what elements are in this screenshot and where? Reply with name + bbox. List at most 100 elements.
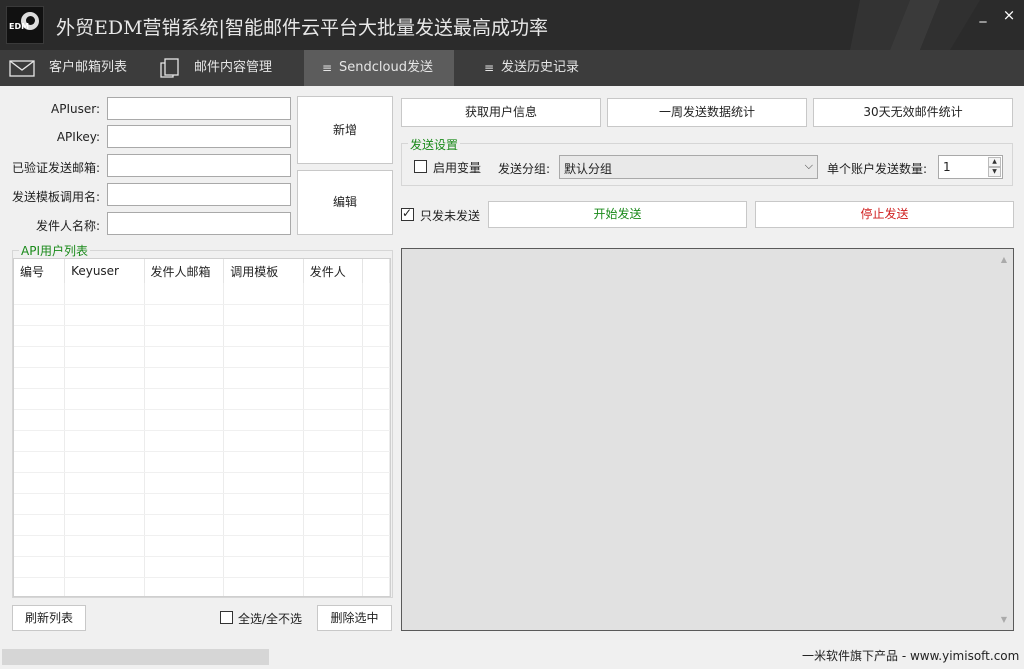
column-header-id[interactable]: 编号: [14, 259, 66, 283]
refresh-list-button[interactable]: 刷新列表: [12, 605, 86, 631]
per-account-value: 1: [943, 160, 951, 174]
template-input[interactable]: [107, 183, 291, 206]
table-row[interactable]: [14, 325, 390, 347]
select-all-label: 全选/全不选: [238, 612, 303, 626]
table-cell: [144, 388, 225, 410]
column-header-sender[interactable]: 发件人: [303, 259, 364, 283]
table-row[interactable]: [14, 388, 390, 410]
table-cell: [64, 283, 145, 305]
table-cell: [362, 409, 390, 431]
table-cell: [14, 535, 66, 557]
app-title: 外贸EDM营销系统|智能邮件云平台大批量发送最高成功率: [56, 17, 548, 39]
select-all-checkbox[interactable]: [220, 611, 233, 624]
table-cell: [14, 325, 66, 347]
table-row[interactable]: [14, 346, 390, 368]
table-cell: [303, 514, 364, 536]
send-group-value: 默认分组: [564, 162, 613, 176]
table-cell: [144, 472, 225, 494]
table-row[interactable]: [14, 430, 390, 452]
table-cell: [223, 430, 304, 452]
table-cell: [303, 388, 364, 410]
table-cell: [64, 514, 145, 536]
tab-label: 发送历史记录: [501, 60, 580, 75]
apikey-input[interactable]: [107, 125, 291, 148]
table-cell: [144, 325, 225, 347]
weekly-stats-button[interactable]: 一周发送数据统计: [607, 98, 807, 127]
verified-sender-label: 已验证发送邮箱:: [11, 161, 100, 175]
scroll-up-icon[interactable]: ▲: [1001, 255, 1007, 264]
table-cell: [14, 514, 66, 536]
column-header-template[interactable]: 调用模板: [223, 259, 304, 283]
table-cell: [144, 535, 225, 557]
verified-sender-input[interactable]: [107, 154, 291, 177]
table-row[interactable]: [14, 367, 390, 389]
table-row[interactable]: [14, 556, 390, 578]
column-header-sender-email[interactable]: 发件人邮箱: [144, 259, 225, 283]
table-cell: [223, 535, 304, 557]
send-log-area[interactable]: ▲ ▼: [401, 248, 1014, 631]
only-unsent-checkbox[interactable]: [401, 206, 414, 221]
table-cell: [362, 556, 390, 578]
per-account-label: 单个账户发送数量:: [827, 162, 928, 176]
table-row[interactable]: [14, 535, 390, 557]
get-user-info-button[interactable]: 获取用户信息: [401, 98, 601, 127]
spin-down-icon[interactable]: ▼: [988, 167, 1001, 177]
enable-variables-checkbox[interactable]: [414, 160, 427, 173]
table-row[interactable]: [14, 472, 390, 494]
title-bar: EDM 外贸EDM营销系统|智能邮件云平台大批量发送最高成功率 _ ×: [0, 0, 1024, 50]
api-user-list-title: API用户列表: [19, 242, 90, 259]
table-cell: [362, 304, 390, 326]
table-row[interactable]: [14, 451, 390, 473]
table-cell: [144, 409, 225, 431]
scroll-down-icon[interactable]: ▼: [1001, 615, 1007, 624]
table-cell: [362, 514, 390, 536]
table-cell: [223, 577, 304, 596]
table-cell: [14, 430, 66, 452]
sender-name-input[interactable]: [107, 212, 291, 235]
per-account-spinner[interactable]: 1 ▲ ▼: [938, 155, 1003, 179]
minimize-button[interactable]: _: [972, 6, 994, 24]
close-button[interactable]: ×: [998, 6, 1020, 24]
table-cell: [362, 283, 390, 305]
table-cell: [362, 577, 390, 596]
tab-send-history[interactable]: ≡ 发送历史记录: [456, 50, 606, 86]
tab-content-management[interactable]: 邮件内容管理: [152, 50, 302, 86]
add-button[interactable]: 新增: [297, 96, 393, 164]
table-row[interactable]: [14, 283, 390, 305]
spin-up-icon[interactable]: ▲: [988, 157, 1001, 167]
table-row[interactable]: [14, 514, 390, 536]
table-row[interactable]: [14, 577, 390, 596]
apiuser-input[interactable]: [107, 97, 291, 120]
tab-customer-emails[interactable]: 客户邮箱列表: [0, 50, 150, 86]
app-logo: EDM: [6, 6, 44, 44]
table-row[interactable]: [14, 409, 390, 431]
table-row[interactable]: [14, 304, 390, 326]
table-cell: [303, 367, 364, 389]
table-cell: [303, 577, 364, 596]
table-cell: [144, 283, 225, 305]
table-cell: [303, 493, 364, 515]
table-cell: [223, 325, 304, 347]
table-cell: [362, 346, 390, 368]
progress-bar: [2, 649, 269, 665]
column-header-keyuser[interactable]: Keyuser: [64, 259, 145, 283]
table-cell: [14, 388, 66, 410]
delete-selected-button[interactable]: 删除选中: [317, 605, 392, 631]
table-cell: [144, 514, 225, 536]
tab-sendcloud[interactable]: ≡ Sendcloud发送: [304, 50, 454, 86]
tab-label: Sendcloud发送: [339, 60, 433, 75]
api-user-table[interactable]: 编号 Keyuser 发件人邮箱 调用模板 发件人: [13, 258, 391, 597]
table-row[interactable]: [14, 493, 390, 515]
table-cell: [362, 472, 390, 494]
table-cell: [14, 367, 66, 389]
invalid-email-stats-button[interactable]: 30天无效邮件统计: [813, 98, 1013, 127]
document-icon: [160, 58, 179, 78]
stop-send-button[interactable]: 停止发送: [755, 201, 1014, 228]
table-cell: [64, 388, 145, 410]
table-cell: [64, 325, 145, 347]
edit-button[interactable]: 编辑: [297, 170, 393, 235]
table-cell: [64, 367, 145, 389]
start-send-button[interactable]: 开始发送: [488, 201, 747, 228]
send-group-select[interactable]: 默认分组 ⌵: [559, 155, 818, 179]
table-cell: [223, 346, 304, 368]
